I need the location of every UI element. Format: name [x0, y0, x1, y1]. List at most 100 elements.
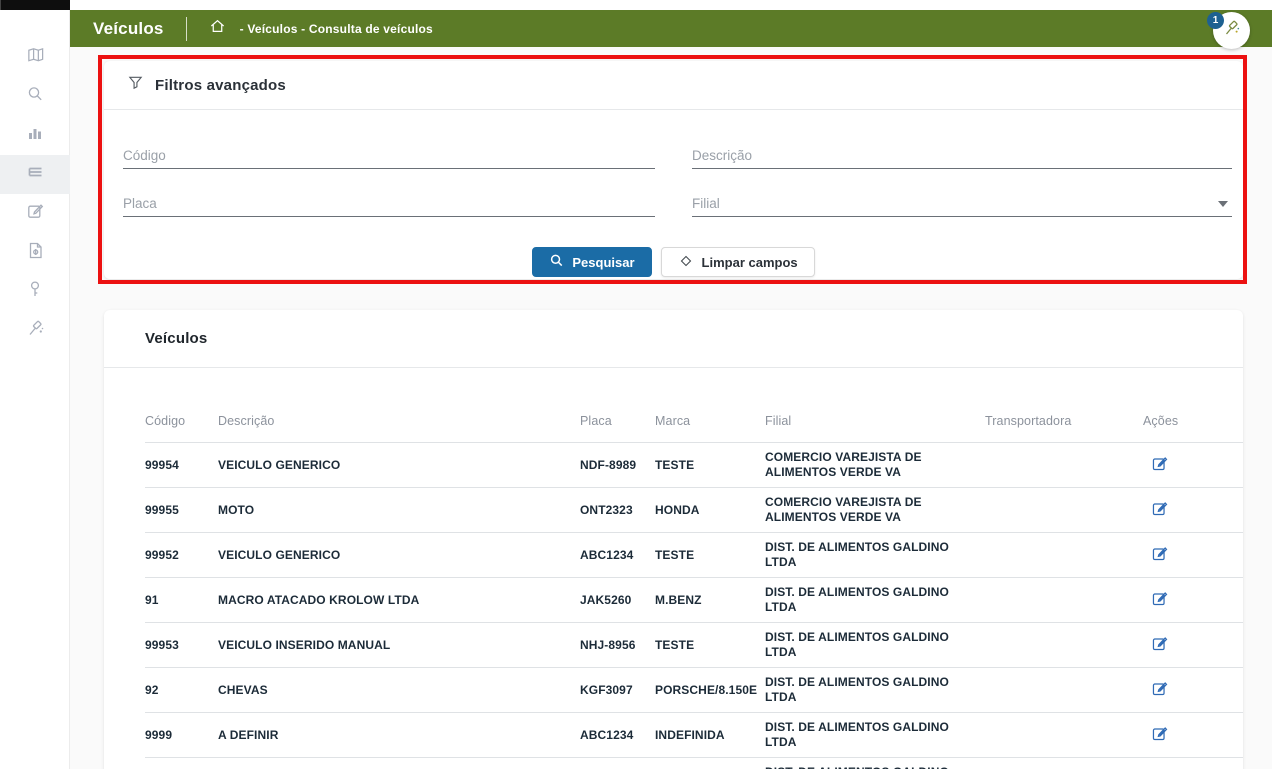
edit-row-button[interactable] — [1151, 500, 1168, 520]
filial-select[interactable] — [692, 190, 1232, 217]
cell-marca: M.BENZ — [655, 586, 765, 615]
limpar-campos-label: Limpar campos — [702, 255, 798, 270]
cell-filial: DIST. DE ALIMENTOS GALDINO LTDA — [765, 758, 985, 769]
table-row: 99953VEICULO INSERIDO MANUALNHJ-8956TEST… — [145, 623, 1243, 668]
home-icon[interactable] — [209, 18, 226, 39]
cell-filial: DIST. DE ALIMENTOS GALDINO LTDA — [765, 713, 985, 757]
column-header-marca: Marca — [655, 407, 765, 442]
cell-descricao: PORSCHAO DO EL BIGODON — [218, 766, 580, 769]
table-row: 99954VEICULO GENERICONDF-8989TESTECOMERC… — [145, 443, 1243, 488]
cell-filial: DIST. DE ALIMENTOS GALDINO LTDA — [765, 623, 985, 667]
cell-codigo: 99953 — [145, 631, 218, 660]
descricao-field — [692, 142, 1232, 169]
sidebar-item-admin[interactable] — [0, 311, 70, 350]
table-row: 9999A DEFINIRABC1234INDEFINIDADIST. DE A… — [145, 713, 1243, 758]
edit-row-button[interactable] — [1151, 635, 1168, 655]
cell-codigo: 99954 — [145, 451, 218, 480]
placa-input[interactable] — [123, 190, 655, 217]
edit-row-button[interactable] — [1151, 545, 1168, 565]
cell-descricao: CHEVAS — [218, 676, 580, 705]
column-header-filial: Filial — [765, 407, 985, 442]
cell-descricao: MOTO — [218, 496, 580, 525]
app-window: Veículos - Veículos - Consulta de veícul… — [0, 0, 1272, 769]
edit-icon — [1151, 680, 1168, 700]
pesquisar-button[interactable]: Pesquisar — [532, 247, 651, 277]
magnifier-icon — [549, 253, 564, 271]
limpar-campos-button[interactable]: Limpar campos — [661, 247, 815, 277]
cell-placa: ABC1234 — [580, 721, 655, 750]
edit-row-button[interactable] — [1151, 455, 1168, 475]
table-header-row: CódigoDescriçãoPlacaMarcaFilialTransport… — [145, 368, 1243, 443]
filter-buttons: Pesquisar Limpar campos — [104, 247, 1243, 277]
cell-transportadora — [985, 548, 1143, 562]
cell-marca: TESTE — [655, 451, 765, 480]
cell-transportadora — [985, 638, 1143, 652]
page-title: Veículos — [93, 19, 164, 39]
cell-descricao: VEICULO GENERICO — [218, 541, 580, 570]
cell-acoes — [1143, 493, 1243, 528]
filters-header: Filtros avançados — [104, 61, 1243, 110]
cell-filial: COMERCIO VAREJISTA DE ALIMENTOS VERDE VA — [765, 443, 985, 487]
cell-descricao: A DEFINIR — [218, 721, 580, 750]
cell-descricao: VEICULO GENERICO — [218, 451, 580, 480]
sidebar-item-search[interactable] — [0, 77, 70, 116]
key-icon — [27, 280, 43, 304]
column-header-ações: Ações — [1143, 407, 1243, 442]
bar-chart-icon — [26, 124, 44, 147]
breadcrumb: - Veículos - Consulta de veículos — [240, 22, 433, 36]
edit-row-button[interactable] — [1151, 725, 1168, 745]
topbar: Veículos - Veículos - Consulta de veícul… — [70, 10, 1272, 47]
codigo-input[interactable] — [123, 142, 655, 169]
cell-codigo: 92 — [145, 676, 218, 705]
edit-icon — [1151, 455, 1168, 475]
cell-placa: NHJ-8956 — [580, 631, 655, 660]
cell-acoes — [1143, 538, 1243, 573]
cell-acoes — [1143, 673, 1243, 708]
cell-filial: DIST. DE ALIMENTOS GALDINO LTDA — [765, 578, 985, 622]
cell-codigo: 9999 — [145, 721, 218, 750]
cell-codigo: 99952 — [145, 541, 218, 570]
sidebar-item-map[interactable] — [0, 38, 70, 77]
cell-codigo: 93 — [145, 766, 218, 769]
cell-descricao: MACRO ATACADO KROLOW LTDA — [218, 586, 580, 615]
edit-icon — [1151, 725, 1168, 745]
cell-marca: HONDA — [655, 496, 765, 525]
cell-acoes — [1143, 763, 1243, 769]
list-icon — [26, 163, 44, 186]
placa-field — [123, 190, 655, 217]
pesquisar-label: Pesquisar — [572, 255, 634, 270]
cell-acoes — [1143, 583, 1243, 618]
sidebar — [0, 10, 70, 769]
cell-codigo: 91 — [145, 586, 218, 615]
cell-placa: KGF3097 — [580, 676, 655, 705]
sidebar-item-list[interactable] — [0, 155, 70, 194]
vehicles-panel: Veículos CódigoDescriçãoPlacaMarcaFilial… — [104, 310, 1243, 769]
notification-badge: 1 — [1207, 12, 1224, 29]
eraser-icon — [678, 253, 694, 272]
table-row: 93PORSCHAO DO EL BIGODONMTT0548PORSCHEDI… — [145, 758, 1243, 769]
advanced-filters-panel: Filtros avançados Pesquisar — [104, 61, 1243, 279]
descricao-input[interactable] — [692, 142, 1232, 169]
filters-title: Filtros avançados — [155, 77, 286, 94]
cell-filial: COMERCIO VAREJISTA DE ALIMENTOS VERDE VA — [765, 488, 985, 532]
topbar-divider — [186, 17, 187, 41]
edit-icon — [1151, 635, 1168, 655]
cell-placa: MTT0548 — [580, 766, 655, 769]
sidebar-item-document[interactable] — [0, 233, 70, 272]
cell-codigo: 99955 — [145, 496, 218, 525]
sidebar-item-register[interactable] — [0, 194, 70, 233]
cell-placa: ONT2323 — [580, 496, 655, 525]
edit-row-button[interactable] — [1151, 590, 1168, 610]
table-row: 91MACRO ATACADO KROLOW LTDAJAK5260M.BENZ… — [145, 578, 1243, 623]
cell-transportadora — [985, 593, 1143, 607]
cell-transportadora — [985, 503, 1143, 517]
sidebar-item-reports[interactable] — [0, 116, 70, 155]
edit-row-button[interactable] — [1151, 680, 1168, 700]
cell-acoes — [1143, 628, 1243, 663]
gavel-icon — [1222, 19, 1241, 41]
cell-placa: JAK5260 — [580, 586, 655, 615]
column-header-código: Código — [145, 407, 218, 442]
sidebar-item-key[interactable] — [0, 272, 70, 311]
table-row: 92CHEVASKGF3097PORSCHE/8.150EDIST. DE AL… — [145, 668, 1243, 713]
cell-placa: NDF-8989 — [580, 451, 655, 480]
